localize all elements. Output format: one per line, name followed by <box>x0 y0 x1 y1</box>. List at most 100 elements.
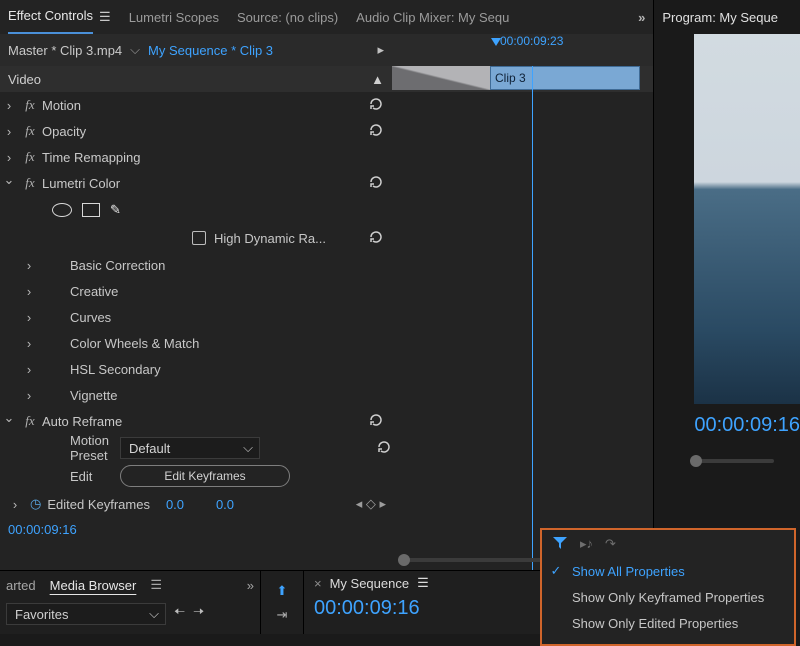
menu-label: Show All Properties <box>572 564 685 579</box>
ek-value-a[interactable]: 0.0 <box>166 497 216 512</box>
mini-timeline[interactable]: 00:00:09:23 <box>392 34 653 66</box>
tab-audio-mixer[interactable]: Audio Clip Mixer: My Sequ <box>356 0 509 34</box>
tab-lumetri-scopes[interactable]: Lumetri Scopes <box>129 0 219 34</box>
fx-lumetri-color[interactable]: fx Lumetri Color <box>0 170 392 196</box>
program-timecode[interactable]: 00:00:09:16 <box>694 414 800 437</box>
track-select-tool-icon[interactable]: ⇥ <box>277 607 288 623</box>
lumetri-basic-correction[interactable]: Basic Correction <box>0 252 392 278</box>
collapse-icon[interactable] <box>0 175 18 191</box>
motion-preset-label: Motion Preset <box>0 433 120 463</box>
lumetri-hsl-secondary[interactable]: HSL Secondary <box>0 356 392 382</box>
expand-icon[interactable] <box>20 310 38 325</box>
breadcrumb-sequence[interactable]: My Sequence * Clip 3 <box>148 43 273 58</box>
tab-program-monitor[interactable]: Program: My Seque <box>662 10 778 25</box>
audio-properties-icon[interactable]: ▸♪ <box>580 536 593 552</box>
panel-menu-icon[interactable]: ☰ <box>99 9 111 25</box>
motion-preset-value: Default <box>129 441 170 456</box>
fx-auto-reframe[interactable]: fx Auto Reframe <box>0 408 392 434</box>
pen-mask-icon[interactable]: ✎ <box>110 202 121 218</box>
breadcrumb-master[interactable]: Master * Clip 3.mp4 <box>8 43 122 58</box>
chevron-down-icon[interactable]: ⌵ <box>130 42 140 58</box>
fx-badge-icon[interactable]: fx <box>18 97 42 113</box>
reset-icon[interactable] <box>364 96 384 115</box>
nav-back-icon[interactable]: 🠠 <box>174 603 185 625</box>
fx-label: Time Remapping <box>42 150 384 165</box>
expand-icon[interactable] <box>20 362 38 377</box>
keyframe-nav[interactable]: ◂ ◇ ▸ <box>356 496 386 512</box>
reset-icon[interactable] <box>372 439 392 458</box>
ek-value-b[interactable]: 0.0 <box>216 497 266 512</box>
expand-icon[interactable] <box>0 124 18 139</box>
sub-label: Basic Correction <box>38 258 165 273</box>
collapse-icon[interactable] <box>0 413 18 429</box>
menu-show-keyframed[interactable]: Show Only Keyframed Properties <box>542 584 794 610</box>
panel-menu-icon[interactable]: ☰ <box>150 577 162 593</box>
tabs-overflow-icon[interactable]: » <box>638 10 645 25</box>
tabs-overflow-icon[interactable]: » <box>247 578 254 593</box>
menu-show-all[interactable]: ✓ Show All Properties <box>542 558 794 584</box>
program-monitor-preview[interactable] <box>694 34 800 404</box>
expand-icon[interactable] <box>0 150 18 165</box>
lumetri-curves[interactable]: Curves <box>0 304 392 330</box>
fx-label: Opacity <box>42 124 364 139</box>
fx-badge-icon[interactable]: fx <box>18 149 42 165</box>
video-section-header[interactable]: Video ▲ <box>0 66 392 92</box>
edited-keyframes-row[interactable]: ◷ Edited Keyframes 0.0 0.0 ◂ ◇ ▸ <box>0 490 392 518</box>
effect-controls-list: Video ▲ fx Motion fx Opacity fx Time Rem… <box>0 66 392 570</box>
edit-label: Edit <box>0 469 120 484</box>
effect-controls-timeline[interactable]: Clip 3 <box>392 66 653 570</box>
panel-menu-icon[interactable]: ☰ <box>417 575 429 591</box>
fx-badge-icon[interactable]: fx <box>18 413 42 429</box>
lumetri-vignette[interactable]: Vignette <box>0 382 392 408</box>
play-only-icon[interactable]: ▸ <box>377 42 384 58</box>
reset-icon[interactable] <box>364 174 384 193</box>
fx-badge-icon[interactable]: fx <box>18 175 42 191</box>
sequence-tab[interactable]: My Sequence <box>330 576 410 591</box>
expand-icon[interactable] <box>20 336 38 351</box>
edit-row: Edit Edit Keyframes <box>0 462 392 490</box>
hdr-checkbox[interactable] <box>192 231 206 245</box>
expand-icon[interactable] <box>20 258 38 273</box>
selection-tool-icon[interactable]: ⬆ <box>277 583 288 599</box>
program-scrollbar[interactable] <box>694 459 774 463</box>
tab-effect-controls[interactable]: Effect Controls ☰ <box>8 0 111 34</box>
filter-icon[interactable] <box>552 536 568 553</box>
effect-controls-timecode[interactable]: 00:00:09:16 <box>0 518 392 542</box>
motion-preset-dropdown[interactable]: Default ⌵ <box>120 437 260 459</box>
edit-keyframes-button[interactable]: Edit Keyframes <box>120 465 290 487</box>
reset-icon[interactable] <box>364 122 384 141</box>
reset-icon[interactable] <box>364 412 384 431</box>
fx-opacity[interactable]: fx Opacity <box>0 118 392 144</box>
expand-icon[interactable] <box>20 284 38 299</box>
clip-segment-current[interactable]: Clip 3 <box>490 66 640 90</box>
playhead-line[interactable] <box>532 66 533 570</box>
ellipse-mask-icon[interactable] <box>52 203 72 217</box>
hdr-label: High Dynamic Ra... <box>214 231 326 246</box>
stopwatch-icon[interactable]: ◷ <box>30 496 41 512</box>
expand-icon[interactable] <box>6 497 24 512</box>
fx-badge-icon[interactable]: fx <box>18 123 42 139</box>
sub-label: Vignette <box>38 388 117 403</box>
fx-label: Motion <box>42 98 364 113</box>
collapse-up-icon[interactable]: ▲ <box>371 72 384 87</box>
expand-icon[interactable] <box>20 388 38 403</box>
menu-show-edited[interactable]: Show Only Edited Properties <box>542 610 794 636</box>
playhead-timecode: 00:00:09:23 <box>500 34 563 48</box>
edited-keyframes-label: Edited Keyframes <box>47 497 150 512</box>
fx-time-remapping[interactable]: fx Time Remapping <box>0 144 392 170</box>
reset-icon[interactable] <box>364 229 384 248</box>
nav-forward-icon[interactable]: 🠢 <box>193 603 204 625</box>
filter-properties-menu: ▸♪ ↷ ✓ Show All Properties Show Only Key… <box>540 528 796 646</box>
close-icon[interactable]: × <box>314 576 322 591</box>
lumetri-color-wheels[interactable]: Color Wheels & Match <box>0 330 392 356</box>
fx-motion[interactable]: fx Motion <box>0 92 392 118</box>
favorites-dropdown[interactable]: Favorites ⌵ <box>6 603 166 625</box>
tab-truncated-left[interactable]: arted <box>6 578 36 593</box>
tab-source[interactable]: Source: (no clips) <box>237 0 338 34</box>
clip-segment-prev[interactable] <box>392 66 490 90</box>
tab-media-browser[interactable]: Media Browser <box>50 578 137 593</box>
lumetri-creative[interactable]: Creative <box>0 278 392 304</box>
rect-mask-icon[interactable] <box>82 203 100 217</box>
expand-icon[interactable] <box>0 98 18 113</box>
share-icon[interactable]: ↷ <box>605 536 616 552</box>
